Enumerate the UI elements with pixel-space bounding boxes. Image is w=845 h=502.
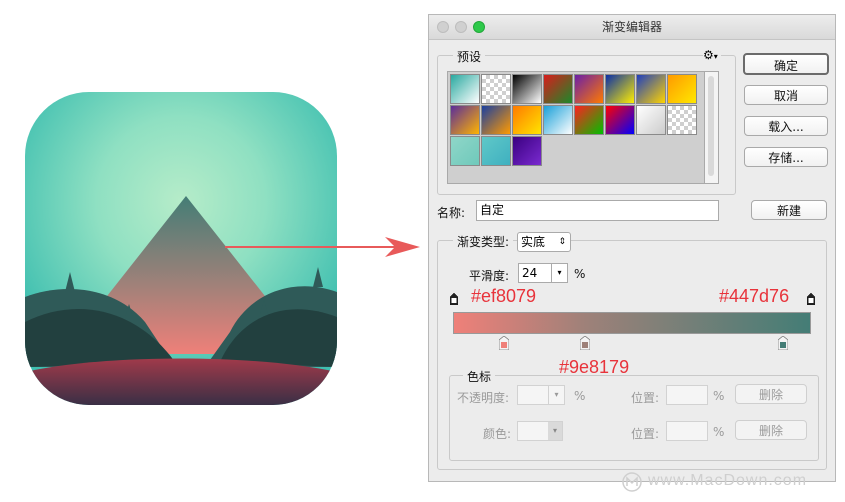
chevron-down-icon[interactable]: ▾ — [549, 385, 565, 405]
new-button[interactable]: 新建 — [751, 200, 827, 220]
preset-swatch[interactable] — [512, 74, 542, 104]
gradient-preview-bar[interactable] — [453, 312, 811, 334]
color-swatch-field[interactable]: ▾ — [517, 421, 563, 441]
name-label: 名称: — [437, 206, 466, 220]
delete-opacity-stop-button[interactable]: 删除 — [735, 384, 807, 404]
presets-label: 预设 — [453, 48, 486, 65]
gradient-type-value: 实底 — [521, 235, 546, 249]
smoothness-label: 平滑度: — [469, 269, 510, 283]
presets-swatch-grid — [447, 71, 705, 184]
load-button[interactable]: 载入... — [744, 116, 828, 136]
color-location-unit: % — [713, 425, 725, 439]
delete-color-stop-button[interactable]: 删除 — [735, 420, 807, 440]
chevron-down-icon[interactable]: ▾ — [552, 263, 568, 283]
color-stops-track — [453, 336, 811, 352]
preset-swatch[interactable] — [481, 136, 511, 166]
gradient-type-select[interactable]: 实底 ⇕ — [517, 232, 571, 252]
color-location-label: 位置: — [631, 427, 660, 441]
preset-swatch[interactable] — [543, 74, 573, 104]
chevron-down-icon: ▾ — [548, 422, 562, 440]
cancel-button[interactable]: 取消 — [744, 85, 828, 105]
color-label: 颜色: — [483, 427, 512, 441]
opacity-stop-right[interactable] — [807, 293, 815, 305]
preset-swatch[interactable] — [481, 105, 511, 135]
smoothness-field[interactable]: 24 — [518, 263, 552, 283]
opacity-location-unit: % — [713, 389, 725, 403]
preset-swatch[interactable] — [667, 105, 697, 135]
preset-swatch[interactable] — [450, 105, 480, 135]
opacity-field[interactable] — [517, 385, 549, 405]
preset-swatch[interactable] — [667, 74, 697, 104]
window-title: 渐变编辑器 — [601, 20, 662, 34]
opacity-unit: % — [574, 389, 586, 403]
preset-swatch[interactable] — [605, 105, 635, 135]
preset-swatch[interactable] — [574, 74, 604, 104]
save-button[interactable]: 存储... — [744, 147, 828, 167]
macdown-logo-icon — [622, 472, 642, 492]
smoothness-unit: % — [574, 267, 586, 281]
color-stop-marker[interactable] — [778, 336, 788, 350]
preset-swatch[interactable] — [605, 74, 635, 104]
color-stop-marker[interactable] — [580, 336, 591, 350]
arrow-pointer — [225, 237, 420, 257]
gear-icon[interactable]: ⚙▾ — [703, 48, 721, 62]
preset-swatch[interactable] — [636, 74, 666, 104]
preset-swatch[interactable] — [450, 136, 480, 166]
gradient-type-label: 渐变类型: — [453, 233, 514, 250]
opacity-location-field[interactable] — [666, 385, 708, 405]
color-stop-marker[interactable] — [499, 336, 509, 350]
opacity-location-label: 位置: — [631, 391, 660, 405]
titlebar: 渐变编辑器 — [429, 15, 835, 40]
preset-swatch[interactable] — [512, 105, 542, 135]
opacity-label: 不透明度: — [457, 391, 510, 405]
watermark-text: www.MacDown.com — [648, 472, 808, 489]
start-color-annotation: #ef8079 — [471, 286, 537, 306]
preset-swatch[interactable] — [636, 105, 666, 135]
name-field[interactable]: 自定 — [476, 200, 719, 221]
select-arrows-icon: ⇕ — [558, 237, 566, 247]
opacity-stop-left[interactable] — [450, 293, 458, 305]
gradient-editor-window: 渐变编辑器 预设 ⚙▾ 确定 取消 载入... 存储... 名称: 自定 新建 … — [428, 14, 836, 482]
presets-scrollbar[interactable] — [705, 71, 719, 184]
color-location-field[interactable] — [666, 421, 708, 441]
preset-swatch[interactable] — [543, 105, 573, 135]
color-stops-label: 色标 — [463, 368, 496, 385]
preset-swatch[interactable] — [450, 74, 480, 104]
preset-swatch[interactable] — [574, 105, 604, 135]
scrollbar-thumb[interactable] — [708, 76, 714, 176]
preset-swatch[interactable] — [481, 74, 511, 104]
ok-button[interactable]: 确定 — [743, 53, 829, 75]
preset-swatch[interactable] — [512, 136, 542, 166]
end-color-annotation: #447d76 — [719, 286, 790, 306]
